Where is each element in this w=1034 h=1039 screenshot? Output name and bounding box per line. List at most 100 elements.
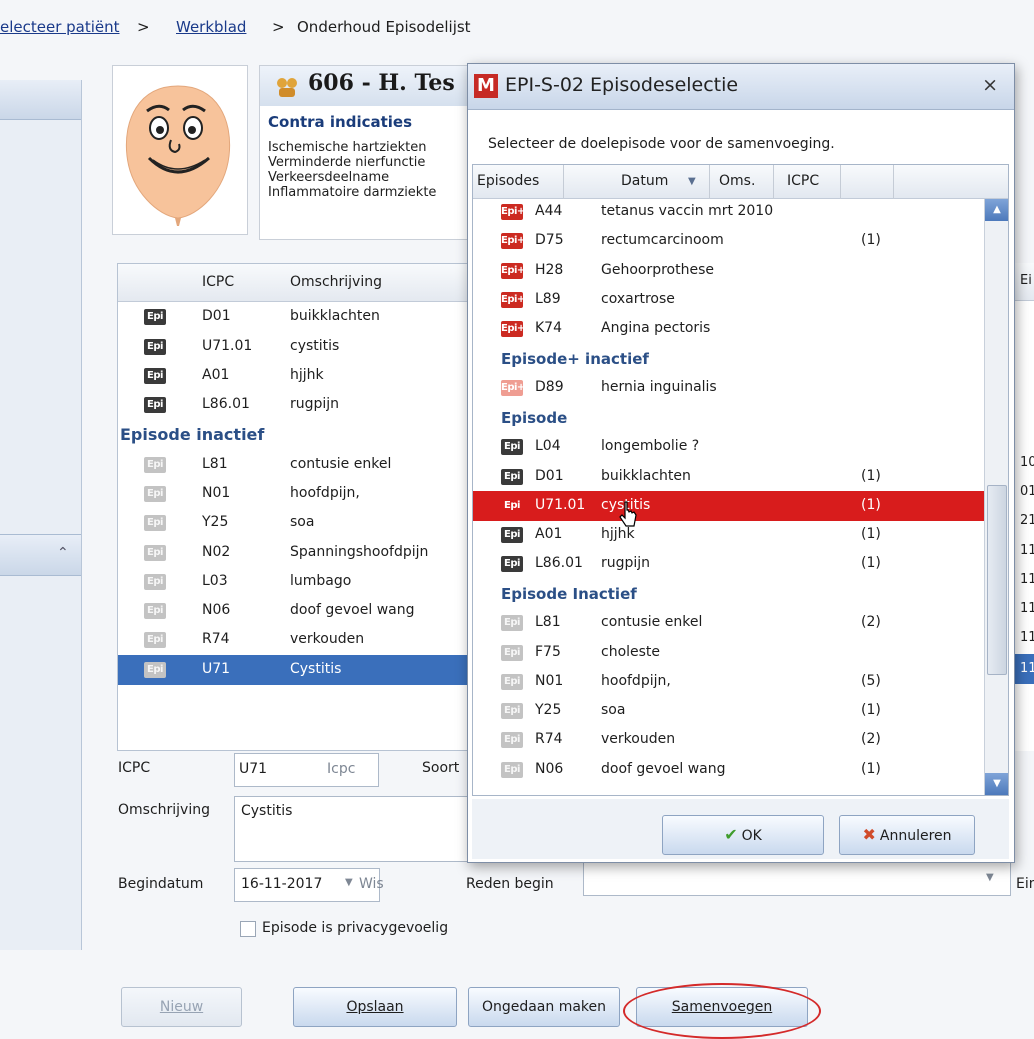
item-description: doof gevoel wang	[601, 761, 726, 777]
ok-button[interactable]: ✔ OK	[662, 815, 824, 855]
wis-button[interactable]: Wis	[359, 876, 384, 892]
row-description: hoofdpijn,	[290, 485, 360, 501]
list-item[interactable]: Epi L04 longembolie ?	[473, 432, 984, 462]
list-item[interactable]: Epi L86.01 rugpijn (1)	[473, 549, 984, 579]
collapse-up-icon[interactable]: ⌃	[57, 545, 69, 561]
table-row[interactable]: Epi R74 verkouden	[118, 625, 476, 655]
list-item[interactable]: Epi F75 choleste	[473, 638, 984, 668]
item-icpc: D75	[535, 232, 564, 248]
list-item[interactable]: Epi+ K74 Angina pectoris	[473, 314, 984, 344]
list-item[interactable]: Epi N06 doof gevoel wang (1)	[473, 755, 984, 785]
episode-icon: Epi	[144, 574, 166, 590]
list-item[interactable]: Epi R74 verkouden (2)	[473, 725, 984, 755]
item-description: Angina pectoris	[601, 320, 711, 336]
annotation-highlight-circle	[623, 983, 821, 1039]
list-item[interactable]: Epi+ D89 hernia inguinalis	[473, 373, 984, 403]
partial-cell: 11	[1020, 543, 1034, 558]
column-header-oms[interactable]: Oms.	[719, 173, 755, 189]
episode-icon: Epi	[144, 309, 166, 325]
row-description: hjjhk	[290, 367, 324, 383]
item-description: contusie enkel	[601, 614, 703, 630]
item-description: longembolie ?	[601, 438, 700, 454]
list-item[interactable]: Epi+ A44 tetanus vaccin mrt 2010	[473, 197, 984, 227]
list-item-highlighted[interactable]: Epi U71.01 cystitis (1)	[473, 491, 984, 521]
episode-icon: Epi	[144, 545, 166, 561]
list-item[interactable]: Epi+ L89 coxartrose	[473, 285, 984, 315]
table-row[interactable]: Epi Y25 soa	[118, 508, 476, 538]
row-icpc: N01	[202, 485, 231, 501]
omschrijving-label: Omschrijving	[118, 802, 210, 818]
row-description: lumbago	[290, 573, 352, 589]
list-item[interactable]: Epi N01 hoofdpijn, (5)	[473, 667, 984, 697]
episode-icon: Epi	[144, 632, 166, 648]
close-icon[interactable]: ×	[982, 74, 998, 96]
episode-icon: Epi	[501, 527, 523, 543]
partial-cell-selected: 11	[1015, 654, 1034, 684]
table-row[interactable]: Epi U71.01 cystitis	[118, 332, 476, 362]
table-row[interactable]: Epi N06 doof gevoel wang	[118, 596, 476, 626]
patient-avatar	[112, 65, 248, 235]
episode-plus-icon: Epi+	[501, 263, 525, 279]
list-item[interactable]: Epi Y25 soa (1)	[473, 696, 984, 726]
column-header-icpc[interactable]: ICPC	[202, 274, 234, 290]
opslaan-button-label: Opslaan	[346, 999, 404, 1015]
dropdown-arrow-icon[interactable]: ▼	[345, 877, 353, 888]
breadcrumb-werkblad[interactable]: Werkblad	[176, 18, 246, 36]
dialog-titlebar[interactable]: M EPI-S-02 Episodeselectie ×	[468, 64, 1014, 110]
episode-selection-dialog: M EPI-S-02 Episodeselectie × Selecteer d…	[467, 63, 1015, 863]
item-description: rectumcarcinoom	[601, 232, 724, 248]
table-row[interactable]: Epi D01 buikklachten	[118, 302, 476, 332]
scrollbar-thumb[interactable]	[987, 485, 1007, 675]
row-icpc: L86.01	[202, 396, 250, 412]
table-row[interactable]: Epi L03 lumbago	[118, 567, 476, 597]
table-row[interactable]: Epi N01 hoofdpijn,	[118, 479, 476, 509]
column-header-omschrijving[interactable]: Omschrijving	[290, 274, 382, 290]
table-row[interactable]: Epi L81 contusie enkel	[118, 450, 476, 480]
column-header-episodes[interactable]: Episodes	[477, 173, 539, 189]
item-count: (1)	[861, 468, 881, 484]
scroll-up-icon[interactable]: ▲	[985, 199, 1008, 221]
omschrijving-textarea[interactable]: Cystitis	[234, 796, 474, 862]
icpc-lookup-button[interactable]: Icpc	[327, 761, 355, 777]
vertical-scrollbar[interactable]: ▲ ▼	[984, 199, 1008, 795]
row-icpc: D01	[202, 308, 231, 324]
column-header-icpc[interactable]: ICPC	[787, 173, 819, 189]
icpc-field[interactable]: U71 Icpc	[234, 753, 379, 787]
breadcrumb-select-patient[interactable]: electeer patiënt	[0, 18, 120, 36]
episode-icon: Epi	[501, 469, 523, 485]
annuleren-button[interactable]: ✖ Annuleren	[839, 815, 975, 855]
list-item[interactable]: Epi+ D75 rectumcarcinoom (1)	[473, 226, 984, 256]
column-header-datum[interactable]: Datum	[621, 173, 668, 189]
list-item[interactable]: Epi L81 contusie enkel (2)	[473, 608, 984, 638]
table-row[interactable]: Epi L86.01 rugpijn	[118, 390, 476, 420]
einddatum-label: Eindd	[1016, 876, 1034, 892]
dropdown-arrow-icon[interactable]: ▼	[986, 872, 994, 883]
sort-descending-icon: ▼	[688, 176, 696, 187]
sidebar-section[interactable]: ⌃	[0, 534, 81, 576]
ongedaan-maken-button[interactable]: Ongedaan maken	[468, 987, 620, 1027]
sidebar-header[interactable]	[0, 80, 81, 120]
episode-plus-icon: Epi+	[501, 380, 525, 396]
privacy-checkbox[interactable]	[240, 921, 256, 937]
scroll-down-icon[interactable]: ▼	[985, 773, 1008, 795]
begindatum-value: 16-11-2017	[241, 876, 323, 892]
group-heading-episode-inactive: Episode inactief	[120, 425, 265, 444]
reden-begin-select[interactable]: ▼	[583, 862, 1011, 896]
list-item[interactable]: Epi+ H28 Gehoorprothese	[473, 256, 984, 286]
begindatum-field[interactable]: 16-11-2017 ▼ Wis	[234, 868, 384, 902]
table-row[interactable]: Epi N02 Spanningshoofdpijn	[118, 538, 476, 568]
list-item[interactable]: Epi A01 hjjhk (1)	[473, 520, 984, 550]
nieuw-button[interactable]: Nieuw	[121, 987, 242, 1027]
opslaan-button[interactable]: Opslaan	[293, 987, 457, 1027]
episode-icon: Epi	[501, 732, 523, 748]
episode-selection-grid: Episodes Datum ▼ Oms. ICPC Epi+ A44 teta…	[472, 164, 1009, 796]
episode-icon: Epi	[501, 645, 523, 661]
table-row[interactable]: Epi A01 hjjhk	[118, 361, 476, 391]
item-count: (1)	[861, 702, 881, 718]
table-row-selected[interactable]: Epi U71 Cystitis	[118, 655, 476, 685]
list-item[interactable]: Epi D01 buikklachten (1)	[473, 462, 984, 492]
row-icpc: U71	[202, 661, 231, 677]
partial-cell: 21	[1020, 513, 1034, 528]
group-heading-episode-inactive: Episode Inactief	[501, 585, 637, 603]
item-icpc: A01	[535, 526, 563, 542]
